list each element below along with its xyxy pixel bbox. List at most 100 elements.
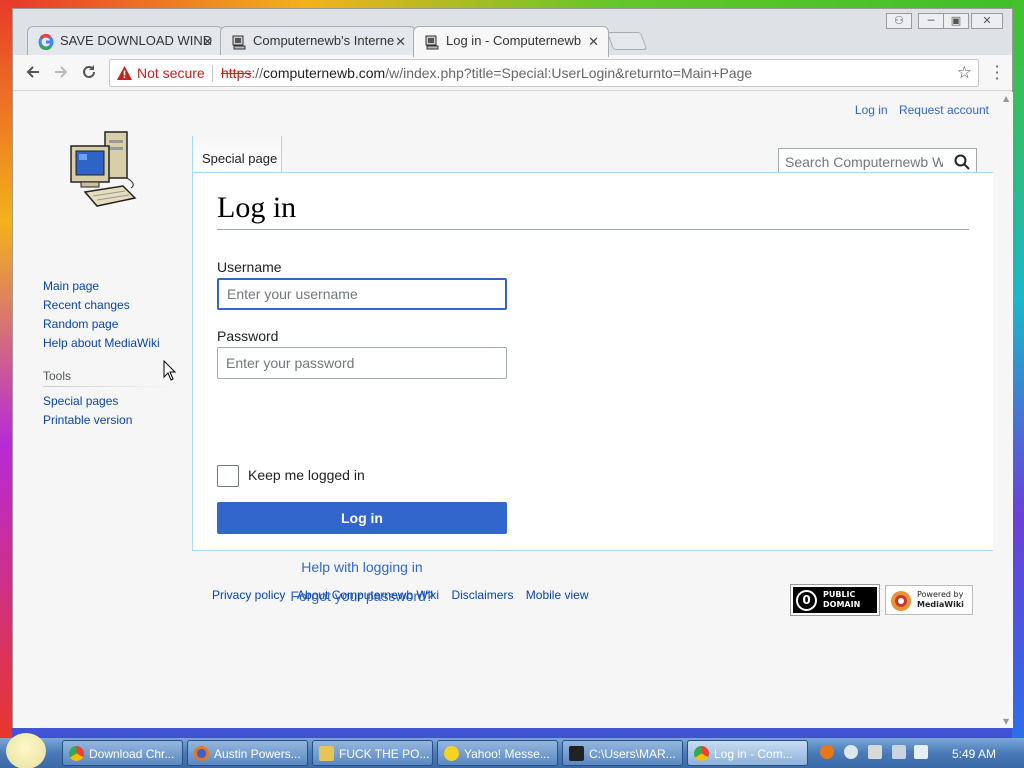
scroll-up-icon[interactable]: ▲ [1003,94,1009,103]
reload-icon [83,65,95,78]
reload-button[interactable] [79,63,99,83]
chrome-icon [694,746,709,761]
forward-arrow-icon [55,66,68,78]
privacy-policy-link[interactable]: Privacy policy [212,588,285,602]
tab-close-icon[interactable]: ✕ [588,34,599,50]
address-bar[interactable]: Not secure https://computernewb.com/w/in… [109,59,979,87]
back-arrow-icon [26,66,39,78]
maximize-button[interactable]: ▣ [943,13,969,29]
task-label: Log in - Com... [714,747,793,761]
network-warning-icon[interactable] [868,745,882,759]
task-label: Austin Powers... [214,747,301,761]
content-area: Log in Username Password Keep me logged … [192,172,993,604]
task-login-computernewb[interactable]: Log in - Com... [687,740,808,766]
search-tray-icon[interactable] [820,745,834,759]
url-host: computernewb.com [263,65,386,81]
task-yahoo-messenger[interactable]: Yahoo! Messe... [437,740,558,766]
google-icon [38,34,54,50]
powered-by-mediawiki-badge[interactable]: Powered by MediaWiki [885,585,973,615]
sidebar-item-special-pages[interactable]: Special pages [43,392,173,411]
computernewb-icon [425,35,439,50]
7zip-icon [569,746,584,761]
url-text[interactable]: https://computernewb.com/w/index.php?tit… [221,65,752,81]
desktop-left-edge [0,0,12,740]
tab-special-page[interactable]: Special page [192,136,282,173]
taskbar: Download Chr... Austin Powers... FUCK TH… [0,733,1024,768]
forward-button[interactable] [51,63,71,83]
keep-logged-in-checkbox[interactable] [217,465,239,487]
chrome-icon [69,746,84,761]
page-viewport: Log in Request account Main page Recent … [13,92,1001,728]
task-label: Yahoo! Messe... [464,747,550,761]
system-tray: 5:49 AM [814,740,1024,766]
username-label: Username [217,259,282,275]
tab-computernewb-internet[interactable]: Computernewb's Interne ✕ [220,26,416,56]
disclaimers-link[interactable]: Disclaimers [451,588,513,602]
folder-icon [319,746,334,761]
close-window-button[interactable]: ✕ [971,13,1003,29]
display-tray-icon[interactable] [892,745,906,759]
public-domain-icon: 0 [796,590,817,611]
login-button[interactable]: Log in [217,502,507,534]
search-icon[interactable] [954,154,970,170]
sidebar-item-main-page[interactable]: Main page [43,277,173,296]
task-austin-powers[interactable]: Austin Powers... [187,740,308,766]
password-field[interactable] [217,347,507,379]
page-title: Log in [217,191,969,230]
mediawiki-flower-icon [891,591,911,611]
username-field[interactable] [217,278,507,310]
sidebar-item-help[interactable]: Help about MediaWiki [43,334,173,353]
desktop-right-edge [1012,0,1024,740]
sidebar-item-random-page[interactable]: Random page [43,315,173,334]
public-domain-text: PUBLIC DOMAIN [823,590,860,610]
help-logging-in-link[interactable]: Help with logging in [217,559,507,575]
public-domain-line1: PUBLIC [823,590,856,599]
public-domain-badge[interactable]: 0 PUBLIC DOMAIN [790,584,880,616]
minimize-button[interactable]: ─ [918,13,944,29]
task-7zip[interactable]: C:\Users\MAR... [562,740,683,766]
tab-strip: SAVE DOWNLOAD WIND ✕ Computernewb's Inte… [13,9,1012,57]
profile-icon[interactable]: ⚇ [886,13,912,29]
address-separator [212,65,213,82]
browser-menu-icon[interactable]: · · · [994,59,1000,87]
volume-icon[interactable] [914,745,928,759]
task-label: FUCK THE PO... [339,747,430,761]
messenger-tray-icon[interactable] [844,745,858,759]
personal-tools: Log in Request account [847,103,989,117]
start-button[interactable] [6,733,46,768]
bookmark-star-icon[interactable]: ☆ [957,63,972,83]
sidebar-item-printable-version[interactable]: Printable version [43,411,173,430]
sidebar-navigation: Main page Recent changes Random page Hel… [43,277,173,430]
page-scrollbar[interactable]: ▲ ▼ [1001,92,1013,728]
scroll-down-icon[interactable]: ▼ [1003,717,1009,726]
computernewb-icon [232,35,246,50]
task-label: Download Chr... [89,747,175,761]
url-scheme-sep: :// [251,65,264,81]
keep-logged-in-label[interactable]: Keep me logged in [248,467,365,483]
tab-login-computernewb[interactable]: Log in - Computernewb ✕ [413,26,609,57]
task-download-chrome[interactable]: Download Chr... [62,740,183,766]
footer-links: Privacy policy About Computernewb Wiki D… [212,588,598,602]
tab-close-icon[interactable]: ✕ [395,34,406,50]
firefox-icon [194,746,209,761]
login-link[interactable]: Log in [855,103,888,117]
not-secure-label[interactable]: Not secure [137,65,205,81]
url-path: /w/index.php?title=Special:UserLogin&ret… [385,65,753,81]
tab-close-icon[interactable]: ✕ [202,34,213,50]
clock[interactable]: 5:49 AM [952,747,996,761]
tools-heading: Tools [43,369,173,387]
mediawiki-text: Powered by MediaWiki [917,590,964,610]
site-logo[interactable] [65,130,145,214]
back-button[interactable] [23,63,43,83]
sidebar-item-recent-changes[interactable]: Recent changes [43,296,173,315]
mouse-cursor-icon [163,360,177,381]
tab-save-download[interactable]: SAVE DOWNLOAD WIND ✕ [27,26,223,56]
new-tab-button[interactable] [606,32,648,50]
tab-label: SAVE DOWNLOAD WIND [60,33,213,48]
tab-label: Computernewb's Interne [253,33,395,48]
request-account-link[interactable]: Request account [899,103,989,117]
about-link[interactable]: About Computernewb Wiki [297,588,439,602]
mobile-view-link[interactable]: Mobile view [526,588,589,602]
warning-triangle-icon [117,66,132,80]
task-folder[interactable]: FUCK THE PO... [312,740,433,766]
